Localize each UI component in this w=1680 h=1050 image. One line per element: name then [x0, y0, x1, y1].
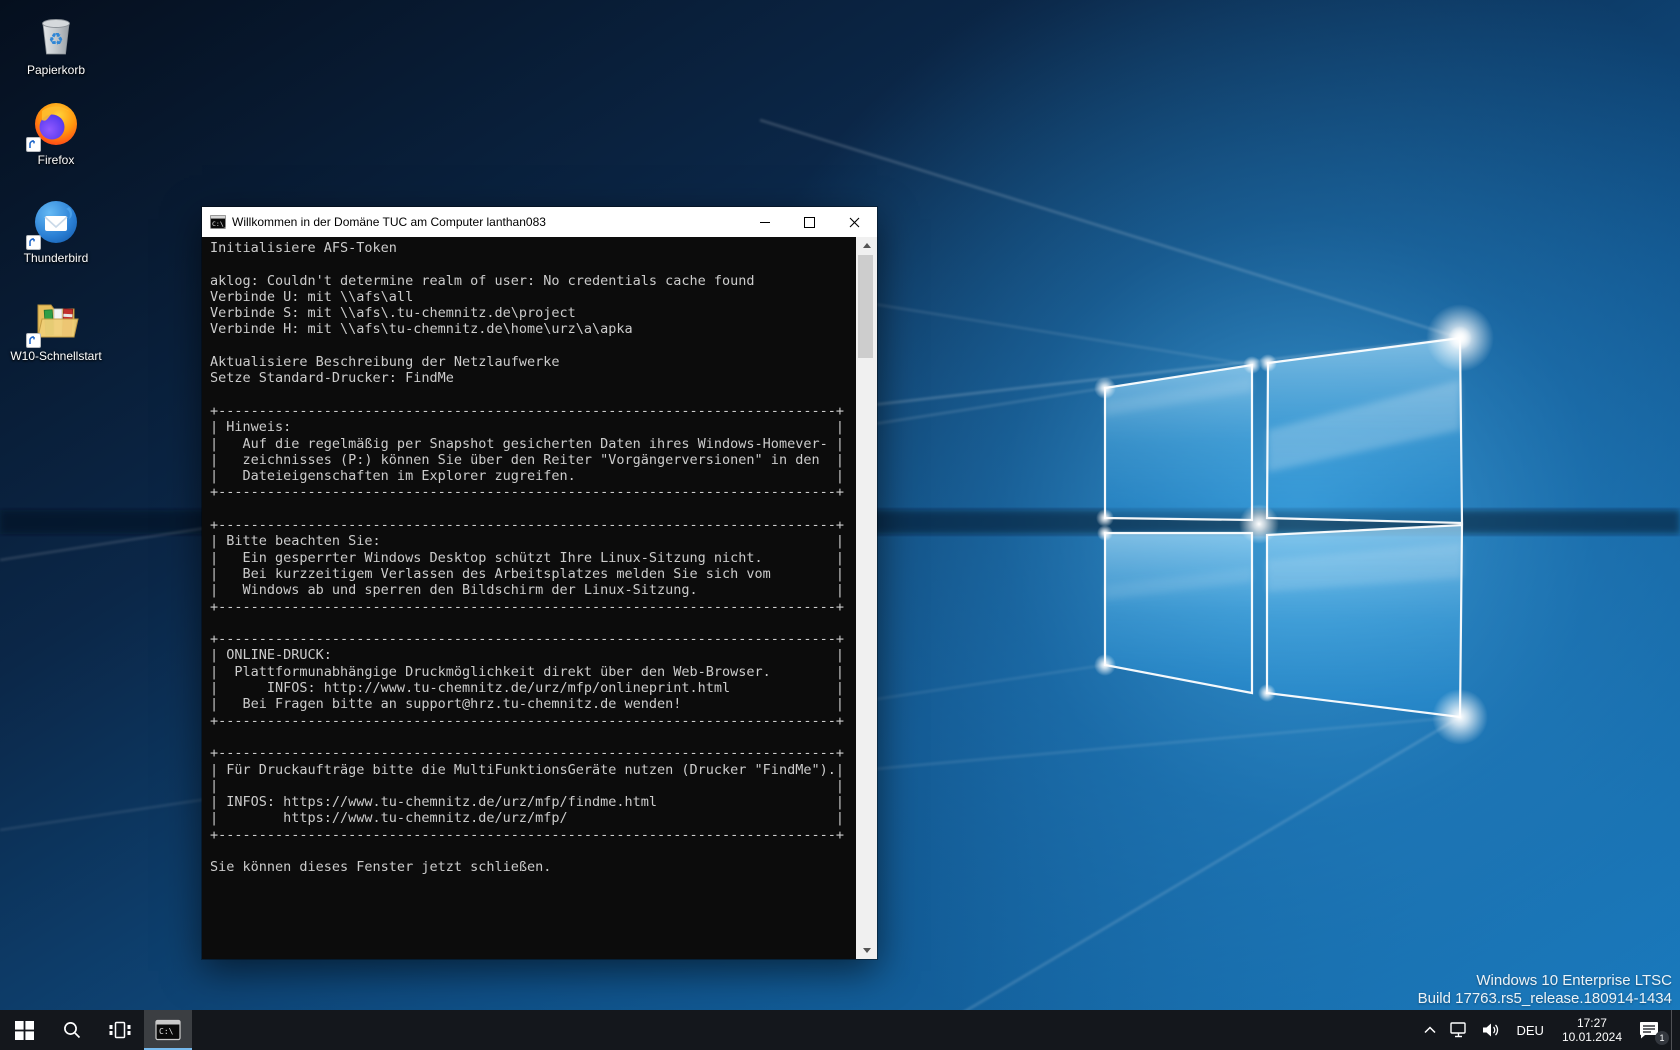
window-titlebar[interactable]: C:\_ Willkommen in der Domäne TUC am Com…	[202, 207, 877, 237]
scrollbar-up-arrow-icon[interactable]	[858, 237, 875, 254]
console-line: Aktualisiere Beschreibung der Netzlaufwe…	[210, 354, 856, 370]
console-line: aklog: Couldn't determine realm of user:…	[210, 273, 856, 289]
console-line: Initialisiere AFS-Token	[210, 240, 856, 256]
console-scrollbar[interactable]	[856, 237, 877, 959]
console-line: +---------------------------------------…	[210, 631, 856, 647]
console-line: +---------------------------------------…	[210, 713, 856, 729]
console-line: +---------------------------------------…	[210, 403, 856, 419]
desktop-icon-label: Papierkorb	[10, 64, 102, 77]
console-line: Verbinde S: mit \\afs\.tu-chemnitz.de\pr…	[210, 305, 856, 321]
taskbar-cmd-button[interactable]: C:\	[144, 1010, 192, 1050]
search-button[interactable]	[48, 1010, 96, 1050]
console-line: | ONLINE-DRUCK: |	[210, 647, 856, 663]
recycle-bin-icon: ♻	[10, 8, 102, 60]
firefox-icon	[10, 98, 102, 150]
console-line: | https://www.tu-chemnitz.de/urz/mfp/ |	[210, 810, 856, 826]
watermark-edition: Windows 10 Enterprise LTSC	[1418, 972, 1672, 990]
cmd-icon: C:\	[155, 1019, 181, 1041]
desktop-icon-label: Firefox	[10, 154, 102, 167]
console-line: | Bei Fragen bitte an support@hrz.tu-che…	[210, 696, 856, 712]
console-line: +---------------------------------------…	[210, 484, 856, 500]
notification-badge: 1	[1655, 1031, 1669, 1045]
show-desktop-button[interactable]	[1671, 1010, 1680, 1050]
shortcut-arrow-icon	[26, 137, 41, 152]
console-line: +---------------------------------------…	[210, 745, 856, 761]
console-line	[210, 501, 856, 517]
taskbar-clock[interactable]: 17:27 10.01.2024	[1553, 1010, 1631, 1050]
language-indicator[interactable]: DEU	[1507, 1010, 1552, 1050]
console-line: Verbinde H: mit \\afs\tu-chemnitz.de\hom…	[210, 321, 856, 337]
console-line	[210, 338, 856, 354]
console-line: | Auf die regelmäßig per Snapshot gesich…	[210, 436, 856, 452]
console-line: | Bitte beachten Sie: |	[210, 533, 856, 549]
minimize-button[interactable]	[742, 207, 787, 237]
taskbar-spacer	[192, 1010, 1417, 1050]
console-line: | Plattformunabhängige Druckmöglichkeit …	[210, 664, 856, 680]
console-line: | Dateieigenschaften im Explorer zugreif…	[210, 468, 856, 484]
console-line: | Hinweis: |	[210, 419, 856, 435]
tray-overflow-button[interactable]	[1417, 1010, 1443, 1050]
console-line: Setze Standard-Drucker: FindMe	[210, 370, 856, 386]
windows-build-watermark: Windows 10 Enterprise LTSC Build 17763.r…	[1418, 972, 1672, 1008]
console-line: +---------------------------------------…	[210, 827, 856, 843]
svg-text:C:\_: C:\_	[212, 220, 226, 228]
svg-text:♻: ♻	[48, 30, 63, 50]
console-line: | Bei kurzzeitigem Verlassen des Arbeits…	[210, 566, 856, 582]
svg-text:C:\: C:\	[159, 1027, 174, 1036]
window-title: Willkommen in der Domäne TUC am Computer…	[232, 215, 742, 229]
system-tray: DEU 17:27 10.01.2024 1	[1417, 1010, 1680, 1050]
console-line: | Für Druckaufträge bitte die MultiFunkt…	[210, 762, 856, 778]
desktop-icon-label: Thunderbird	[10, 252, 102, 265]
taskbar: C:\ DEU 17:27 10.	[0, 1010, 1680, 1050]
watermark-build: Build 17763.rs5_release.180914-1434	[1418, 990, 1672, 1008]
task-view-icon	[109, 1021, 131, 1039]
task-view-button[interactable]	[96, 1010, 144, 1050]
console-line: | Windows ab und sperren den Bildschirm …	[210, 582, 856, 598]
desktop-icon-label: W10-Schnellstart	[10, 350, 102, 363]
console-line: | |	[210, 778, 856, 794]
console-line: +---------------------------------------…	[210, 599, 856, 615]
console-line	[210, 387, 856, 403]
console-line: | INFOS: http://www.tu-chemnitz.de/urz/m…	[210, 680, 856, 696]
volume-tray-button[interactable]	[1475, 1010, 1507, 1050]
folder-books-icon	[10, 294, 102, 346]
console-line: Verbinde U: mit \\afs\all	[210, 289, 856, 305]
close-icon	[849, 217, 860, 228]
close-button[interactable]	[832, 207, 877, 237]
console-line: | zeichnisses (P:) können Sie über den R…	[210, 452, 856, 468]
desktop-icon-firefox[interactable]: Firefox	[10, 98, 102, 167]
clock-date: 10.01.2024	[1562, 1030, 1622, 1044]
desktop-icon-w10-schnellstart[interactable]: W10-Schnellstart	[10, 294, 102, 363]
scrollbar-down-arrow-icon[interactable]	[858, 942, 875, 959]
cmd-icon: C:\_	[210, 214, 226, 230]
maximize-button[interactable]	[787, 207, 832, 237]
chevron-up-icon	[1424, 1026, 1436, 1034]
start-icon	[15, 1021, 34, 1040]
volume-icon	[1482, 1022, 1500, 1038]
action-center-button[interactable]: 1	[1631, 1010, 1671, 1050]
clock-time: 17:27	[1562, 1016, 1622, 1030]
scrollbar-thumb[interactable]	[858, 255, 873, 358]
console-window: C:\_ Willkommen in der Domäne TUC am Com…	[202, 207, 877, 959]
console-line	[210, 729, 856, 745]
network-tray-button[interactable]	[1443, 1010, 1475, 1050]
shortcut-arrow-icon	[26, 235, 41, 250]
console-line: Sie können dieses Fenster jetzt schließe…	[210, 859, 856, 875]
console-line: | Ein gesperrter Windows Desktop schützt…	[210, 550, 856, 566]
console-output[interactable]: Initialisiere AFS-Token aklog: Couldn't d…	[202, 237, 856, 959]
console-line	[210, 256, 856, 272]
console-line: | INFOS: https://www.tu-chemnitz.de/urz/…	[210, 794, 856, 810]
maximize-icon	[804, 217, 815, 228]
shortcut-arrow-icon	[26, 333, 41, 348]
desktop-icon-thunderbird[interactable]: Thunderbird	[10, 196, 102, 265]
console-line	[210, 843, 856, 859]
thunderbird-icon	[10, 196, 102, 248]
start-button[interactable]	[0, 1010, 48, 1050]
search-icon	[62, 1020, 82, 1040]
minimize-icon	[760, 222, 770, 223]
console-line: +---------------------------------------…	[210, 517, 856, 533]
network-icon	[1450, 1022, 1468, 1038]
console-line	[210, 615, 856, 631]
desktop-icon-recycle-bin[interactable]: ♻ Papierkorb	[10, 8, 102, 77]
